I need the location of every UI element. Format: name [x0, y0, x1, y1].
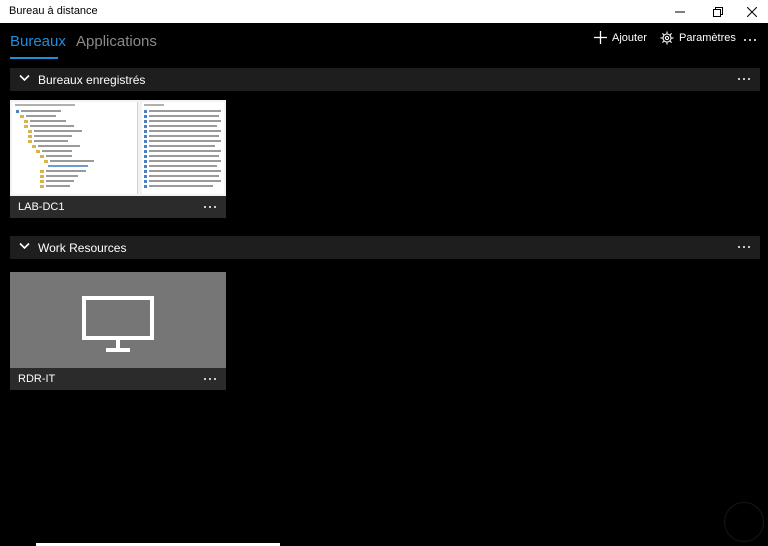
- desktop-tile-lab-dc1[interactable]: LAB-DC1: [10, 100, 226, 218]
- corner-watermark: [724, 502, 764, 542]
- group-more-button[interactable]: [734, 71, 754, 87]
- chevron-down-icon: [19, 242, 30, 250]
- resource-thumbnail: [10, 272, 226, 368]
- group-label: Bureaux enregistrés: [38, 73, 146, 87]
- tile-footer: LAB-DC1: [10, 196, 226, 218]
- chevron-down-icon: [19, 74, 30, 82]
- more-icon: [738, 78, 750, 80]
- group-header-saved-desktops[interactable]: Bureaux enregistrés: [10, 68, 760, 91]
- tile-name: LAB-DC1: [18, 201, 65, 213]
- minimize-button[interactable]: [660, 0, 700, 23]
- settings-button[interactable]: Paramètres: [660, 31, 736, 45]
- thumbnail-list-pane: [142, 102, 224, 194]
- monitor-icon: [82, 296, 154, 352]
- group-label: Work Resources: [38, 241, 127, 255]
- more-icon: [204, 378, 216, 380]
- minimize-icon: [675, 11, 685, 12]
- more-icon: [744, 39, 756, 41]
- tile-more-button[interactable]: [200, 199, 220, 215]
- tab-applications[interactable]: Applications: [76, 33, 157, 50]
- tab-bureaux[interactable]: Bureaux: [10, 33, 66, 50]
- add-button[interactable]: Ajouter: [594, 31, 647, 44]
- group-more-button[interactable]: [734, 239, 754, 255]
- group-header-work-resources[interactable]: Work Resources: [10, 236, 760, 259]
- plus-icon: [594, 31, 607, 44]
- app-header: Bureaux Applications Ajouter Paramètres: [0, 23, 768, 61]
- tab-active-indicator: [10, 57, 58, 59]
- more-icon: [204, 206, 216, 208]
- thumbnail-tree-pane: [12, 102, 138, 194]
- tile-name: RDR-IT: [18, 373, 56, 385]
- tile-footer: RDR-IT: [10, 368, 226, 390]
- gear-icon: [660, 31, 674, 45]
- maximize-icon: [713, 6, 723, 17]
- close-button[interactable]: [732, 0, 768, 23]
- more-options-button[interactable]: [738, 31, 762, 49]
- add-button-label: Ajouter: [612, 31, 647, 44]
- title-bar: Bureau à distance: [0, 0, 768, 23]
- window-title: Bureau à distance: [9, 5, 98, 17]
- desktop-tile-rdr-it[interactable]: RDR-IT: [10, 272, 226, 390]
- settings-button-label: Paramètres: [679, 32, 736, 44]
- tile-more-button[interactable]: [200, 371, 220, 387]
- more-icon: [738, 246, 750, 248]
- session-thumbnail: [10, 100, 226, 196]
- close-icon: [747, 6, 757, 17]
